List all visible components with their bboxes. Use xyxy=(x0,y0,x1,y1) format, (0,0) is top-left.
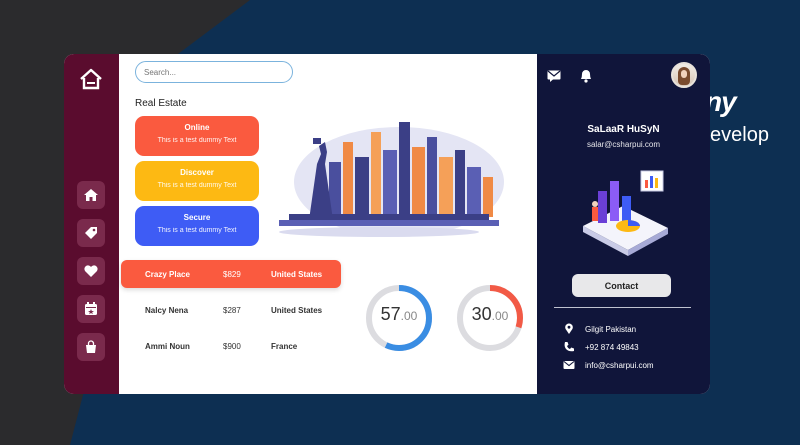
card-title: Secure xyxy=(183,213,211,222)
row-name: Nalcy Nena xyxy=(145,306,189,315)
card-subtitle: This is a test dummy Text xyxy=(157,182,237,189)
house-logo-icon[interactable] xyxy=(78,66,104,92)
row-country: France xyxy=(271,342,298,351)
table-row[interactable]: Ammi Noun $900 France xyxy=(121,332,341,360)
messages-icon[interactable] xyxy=(547,70,561,82)
card-discover[interactable]: Discover This is a test dummy Text xyxy=(135,161,259,201)
app-window: Real Estate Online This is a test dummy … xyxy=(64,54,710,394)
sidebar-calendar-button[interactable] xyxy=(77,295,105,323)
row-country: United States xyxy=(271,306,323,315)
profile-panel: SaLaaR HuSyN salar@csharpui.com Contact … xyxy=(537,54,710,394)
gauge-57: 57.00 xyxy=(363,282,435,354)
profile-email: salar@csharpui.com xyxy=(586,140,661,149)
divider xyxy=(554,307,691,308)
card-online[interactable]: Online This is a test dummy Text xyxy=(135,116,259,156)
home-icon xyxy=(84,189,98,201)
card-subtitle: This is a test dummy Text xyxy=(157,227,237,234)
avatar[interactable] xyxy=(671,62,697,88)
sidebar-home-button[interactable] xyxy=(77,181,105,209)
email-text: info@csharpui.com xyxy=(585,361,654,370)
card-secure[interactable]: Secure This is a test dummy Text xyxy=(135,206,259,246)
contact-button[interactable]: Contact xyxy=(572,274,671,297)
row-price: $287 xyxy=(223,306,241,315)
sidebar-heart-button[interactable] xyxy=(77,257,105,285)
location-text: Gilgit Pakistan xyxy=(585,325,637,334)
gauge-value: 30.00 xyxy=(471,304,509,324)
main-content: Real Estate Online This is a test dummy … xyxy=(119,54,537,394)
tag-icon xyxy=(85,227,97,239)
calendar-star-icon xyxy=(85,302,97,315)
row-price: $829 xyxy=(223,270,241,279)
avatar-face xyxy=(681,70,687,78)
sidebar xyxy=(64,54,119,394)
city-skyline-illustration xyxy=(279,122,504,237)
row-price: $900 xyxy=(223,342,241,351)
section-title: Real Estate xyxy=(135,98,187,109)
bell-icon[interactable] xyxy=(579,68,593,83)
location-pin-icon xyxy=(565,323,573,334)
card-subtitle: This is a test dummy Text xyxy=(157,137,237,144)
card-title: Online xyxy=(184,123,210,132)
phone-icon xyxy=(564,342,574,352)
table-row[interactable]: Crazy Place $829 United States xyxy=(121,260,341,288)
gauge-value: 57.00 xyxy=(380,304,418,324)
card-title: Discover xyxy=(180,168,214,177)
background-subheading-fragment: evelop xyxy=(710,124,769,146)
sidebar-tag-button[interactable] xyxy=(77,219,105,247)
row-name: Ammi Noun xyxy=(145,342,190,351)
heart-icon xyxy=(84,265,98,277)
profile-name: SaLaaR HuSyN xyxy=(587,124,660,135)
table-row[interactable]: Nalcy Nena $287 United States xyxy=(121,296,341,324)
mail-icon xyxy=(563,361,575,369)
search-input[interactable] xyxy=(135,61,293,83)
row-name: Crazy Place xyxy=(145,270,190,279)
isometric-chart-illustration xyxy=(583,170,668,256)
phone-text: +92 874 49843 xyxy=(585,343,639,352)
gauge-30: 30.00 xyxy=(454,282,526,354)
shopping-bag-icon xyxy=(86,340,96,353)
row-country: United States xyxy=(271,270,323,279)
sidebar-bag-button[interactable] xyxy=(77,333,105,361)
